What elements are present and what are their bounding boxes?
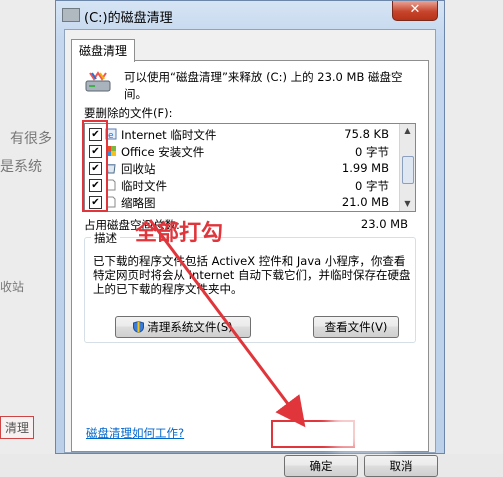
- ok-button[interactable]: 确定: [284, 455, 358, 477]
- annotation-arrow: [148, 219, 306, 428]
- cancel-button[interactable]: 取消: [364, 455, 438, 477]
- blur-overlay: [330, 405, 400, 450]
- tab-disk-cleanup[interactable]: 磁盘清理: [71, 39, 136, 62]
